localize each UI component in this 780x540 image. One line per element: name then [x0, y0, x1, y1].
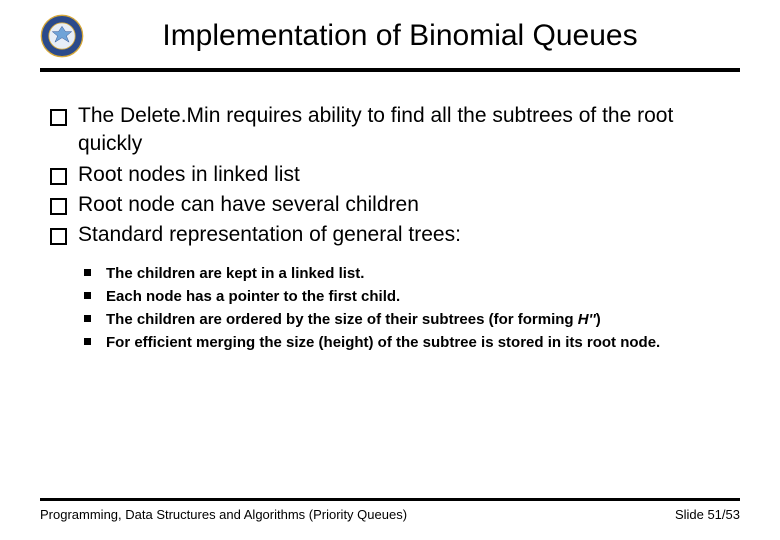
- slide-title: Implementation of Binomial Queues: [90, 19, 740, 53]
- slide-header: Implementation of Binomial Queues: [0, 0, 780, 58]
- bullet-item: The Delete.Min requires ability to find …: [44, 102, 736, 159]
- bullet-item: Root node can have several children: [44, 191, 736, 219]
- bullet-item: Root nodes in linked list: [44, 161, 736, 189]
- sub-bullet-item: The children are ordered by the size of …: [78, 308, 736, 331]
- sub-bullet-text: ): [596, 311, 601, 328]
- footer-row: Programming, Data Structures and Algorit…: [40, 507, 740, 522]
- footer-left: Programming, Data Structures and Algorit…: [40, 507, 407, 522]
- sub-bullet-list: The children are kept in a linked list. …: [78, 262, 736, 355]
- sub-bullet-item: Each node has a pointer to the first chi…: [78, 285, 736, 308]
- main-bullet-list: The Delete.Min requires ability to find …: [44, 102, 736, 250]
- slide-content: The Delete.Min requires ability to find …: [0, 72, 780, 355]
- bullet-item: Standard representation of general trees…: [44, 221, 736, 249]
- footer-right: Slide 51/53: [675, 507, 740, 522]
- slide-footer: Programming, Data Structures and Algorit…: [0, 498, 780, 522]
- sub-bullet-item: The children are kept in a linked list.: [78, 262, 736, 285]
- seal-logo: [40, 14, 84, 58]
- sub-bullet-item: For efficient merging the size (height) …: [78, 331, 736, 354]
- footer-rule: [40, 498, 740, 501]
- sub-bullet-emph: H'': [578, 311, 596, 328]
- sub-bullet-text: The children are ordered by the size of …: [106, 311, 578, 328]
